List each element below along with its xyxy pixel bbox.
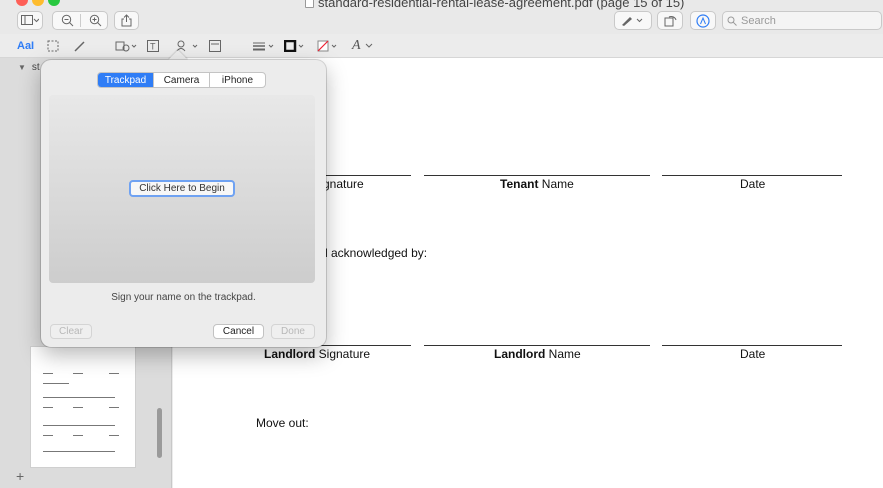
text-box-icon: T [147, 40, 159, 52]
sidebar-header-label: st [31, 62, 40, 73]
border-color-button[interactable] [284, 38, 308, 54]
landlord-signature-label: Landlord Signature [264, 347, 371, 361]
signature-popover: Trackpad Camera iPhone Click Here to Beg… [41, 60, 326, 347]
clear-button[interactable]: Clear [50, 324, 92, 339]
search-icon [727, 16, 737, 26]
thumb-line [43, 451, 115, 452]
font-icon: A [352, 38, 361, 53]
signature-canvas[interactable]: Click Here to Begin [49, 95, 315, 283]
thumb-line [73, 407, 83, 408]
thumb-line [43, 407, 53, 408]
note-button[interactable] [209, 38, 221, 54]
thumb-line [43, 397, 115, 398]
markup-icon [696, 13, 710, 28]
border-color-icon [284, 40, 304, 52]
signature-hint: Sign your name on the trackpad. [111, 292, 256, 303]
zoom-in-button[interactable] [81, 12, 109, 29]
selection-icon [47, 40, 59, 52]
thumb-line [43, 425, 115, 426]
landlord-date-label: Date [740, 347, 766, 361]
thumb-line [109, 373, 119, 374]
fill-color-icon [317, 40, 337, 52]
pen-tool-button[interactable] [614, 11, 652, 30]
window-title-text: standard-residential-rental-lease-agreem… [318, 0, 685, 10]
text-style-label: AaI [17, 40, 35, 52]
signature-icon [176, 40, 198, 52]
thumb-line [73, 435, 83, 436]
zoom-window-button[interactable] [48, 0, 60, 6]
minimize-window-button[interactable] [32, 0, 44, 6]
landlord-name-label: Landlord Name [494, 347, 581, 361]
thumb-line [43, 383, 69, 384]
name-line [424, 345, 650, 346]
name-line [424, 175, 650, 176]
markup-button[interactable] [690, 11, 716, 30]
fill-color-button[interactable] [317, 38, 341, 54]
click-to-begin-button[interactable]: Click Here to Begin [129, 180, 235, 197]
share-button[interactable] [114, 11, 139, 30]
cancel-button[interactable]: Cancel [213, 324, 264, 339]
sketch-button[interactable] [74, 38, 86, 54]
tenant-signature-label: gnature [323, 177, 364, 191]
tenant-date-label: Date [740, 177, 766, 191]
search-field[interactable]: Search [722, 11, 882, 30]
zoom-in-icon [89, 14, 101, 27]
share-icon [121, 14, 132, 27]
text-style-button[interactable]: AaI [17, 38, 34, 54]
zoom-out-icon [61, 14, 73, 27]
window-titlebar: standard-residential-rental-lease-agreem… [0, 0, 883, 34]
date-line [662, 175, 842, 176]
pen-icon [622, 17, 643, 26]
chevron-down-icon [365, 43, 372, 48]
window-title: standard-residential-rental-lease-agreem… [305, 0, 684, 10]
move-out-label: Move out: [256, 416, 309, 430]
rotate-button[interactable] [657, 11, 683, 30]
text-font-button[interactable]: A [352, 38, 374, 54]
note-icon [209, 40, 221, 52]
add-page-icon[interactable]: + [16, 468, 24, 484]
tenant-name-label: Tenant Name [500, 177, 574, 191]
svg-text:T: T [150, 42, 156, 52]
thumb-line [43, 373, 53, 374]
signature-line [314, 175, 411, 176]
search-placeholder: Search [741, 14, 776, 27]
done-button[interactable]: Done [271, 324, 315, 339]
sidebar-toggle-icon [21, 15, 39, 25]
page-thumbnail[interactable] [30, 346, 136, 468]
text-box-button[interactable]: T [147, 38, 159, 54]
rotate-icon [664, 16, 676, 27]
sidebar-header[interactable]: ▼ st [18, 62, 40, 73]
line-style-icon [253, 42, 274, 51]
zoom-control [52, 11, 108, 30]
pdf-document-icon [305, 0, 314, 8]
rectangular-selection-button[interactable] [47, 38, 59, 54]
tab-camera[interactable]: Camera [154, 73, 210, 87]
sidebar-scrollbar[interactable] [157, 408, 162, 458]
thumb-line [43, 435, 53, 436]
markup-toolbar: AaI T A [0, 34, 883, 58]
thumb-line [109, 435, 119, 436]
sidebar-toggle-button[interactable] [17, 11, 43, 30]
close-window-button[interactable] [16, 0, 28, 6]
thumb-line [109, 407, 119, 408]
shapes-button[interactable] [115, 38, 139, 54]
shapes-icon [115, 41, 137, 52]
date-line [662, 345, 842, 346]
thumb-line [73, 373, 83, 374]
sketch-icon [74, 41, 85, 52]
zoom-out-button[interactable] [53, 12, 81, 29]
signature-source-tabs: Trackpad Camera iPhone [97, 72, 266, 88]
line-style-button[interactable] [252, 38, 276, 54]
tab-iphone[interactable]: iPhone [210, 73, 265, 87]
tab-trackpad[interactable]: Trackpad [98, 73, 154, 87]
disclosure-triangle-icon[interactable]: ▼ [18, 63, 26, 72]
acknowledged-text: d acknowledged by: [321, 246, 428, 260]
